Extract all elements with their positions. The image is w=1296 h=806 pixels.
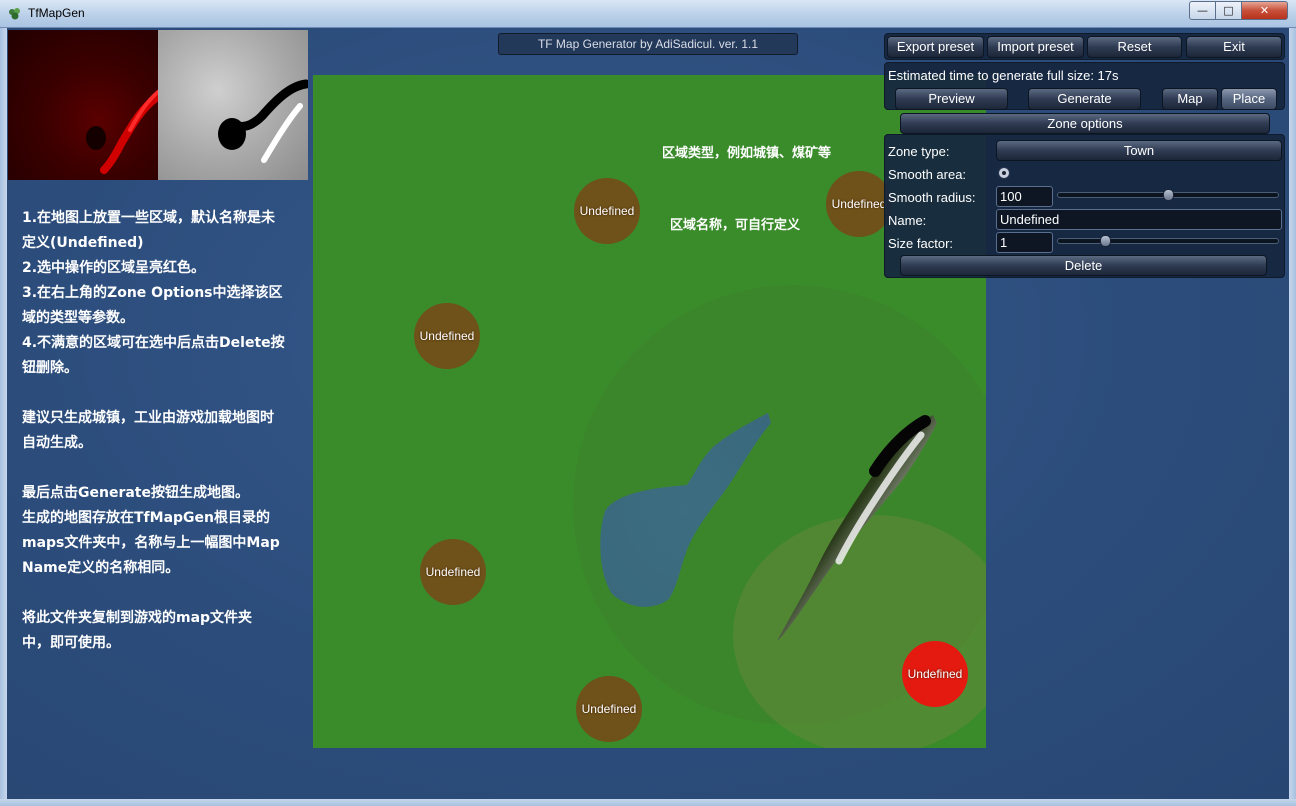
exit-button[interactable]: Exit <box>1186 36 1282 58</box>
instruction-step-1: 1.在地图上放置一些区域，默认名称是未 定义(Undefined) <box>22 210 276 251</box>
map-zone[interactable]: Undefined <box>574 178 640 244</box>
zone-name-field[interactable]: Undefined <box>996 209 1282 230</box>
instruction-final: 最后点击Generate按钮生成地图。 生成的地图存放在TfMapGen根目录的… <box>22 485 280 576</box>
window-frame-right <box>1289 28 1296 806</box>
smooth-radius-field[interactable]: 100 <box>996 186 1053 207</box>
zone-type-select[interactable]: Town <box>996 140 1282 161</box>
zone-name-annotation: 区域名称，可自行定义 <box>670 218 801 233</box>
instruction-copy: 将此文件夹复制到游戏的map文件夹 中，即可使用。 <box>22 610 253 651</box>
delete-zone-button[interactable]: Delete <box>900 255 1267 276</box>
estimate-label: Estimated time to generate full size: 17… <box>888 68 1119 83</box>
maximize-button[interactable]: □ <box>1216 1 1242 20</box>
map-zone[interactable]: Undefined <box>576 676 642 742</box>
instruction-step-3: 3.在右上角的Zone Options中选择该区 域的类型等参数。 <box>22 285 283 326</box>
app-icon <box>9 8 20 20</box>
zone-label: Undefined <box>425 565 481 579</box>
map-zone[interactable]: Undefined <box>826 171 892 237</box>
instruction-step-4: 4.不满意的区域可在选中后点击Delete按 钮删除。 <box>22 335 285 376</box>
size-factor-field[interactable]: 1 <box>996 232 1053 253</box>
reset-button[interactable]: Reset <box>1087 36 1182 58</box>
close-button[interactable]: ✕ <box>1242 1 1288 20</box>
preset-toolbar: Export preset Import preset Reset Exit <box>884 33 1285 60</box>
smooth-radius-slider[interactable] <box>1057 189 1279 201</box>
zone-label: Undefined <box>831 197 887 211</box>
name-label: Name: <box>888 213 927 228</box>
zone-map-preview <box>158 30 311 180</box>
maximize-icon: □ <box>1223 4 1234 17</box>
smooth-area-label: Smooth area: <box>888 167 967 182</box>
map-button[interactable]: Map <box>1162 88 1218 110</box>
place-button[interactable]: Place <box>1221 88 1277 110</box>
heightmap-preview <box>8 30 160 180</box>
zone-label: Undefined <box>907 667 963 681</box>
size-factor-slider[interactable] <box>1057 235 1279 247</box>
smooth-area-toggle[interactable] <box>998 167 1010 179</box>
window-frame-bottom <box>0 799 1296 806</box>
instructions-panel: 1.在地图上放置一些区域，默认名称是未 定义(Undefined) 2.选中操作… <box>22 206 302 656</box>
zone-label: Undefined <box>579 204 635 218</box>
window-frame-left <box>0 28 7 806</box>
window-title: TfMapGen <box>28 6 85 20</box>
zone-options-button[interactable]: Zone options <box>900 113 1270 134</box>
smooth-radius-label: Smooth radius: <box>888 190 976 205</box>
zone-type-label: Zone type: <box>888 144 950 159</box>
smooth-radius-slider-handle[interactable] <box>1163 189 1174 201</box>
export-preset-button[interactable]: Export preset <box>887 36 984 58</box>
map-zone-selected[interactable]: Undefined <box>902 641 968 707</box>
minimize-button[interactable]: — <box>1189 1 1216 20</box>
import-preset-button[interactable]: Import preset <box>987 36 1084 58</box>
generate-button[interactable]: Generate <box>1028 88 1141 110</box>
instruction-tip: 建议只生成城镇，工业由游戏加载地图时 自动生成。 <box>22 410 274 451</box>
map-zone[interactable]: Undefined <box>414 303 480 369</box>
generate-panel: Estimated time to generate full size: 17… <box>884 62 1285 110</box>
size-factor-slider-handle[interactable] <box>1100 235 1111 247</box>
close-icon: ✕ <box>1259 4 1270 17</box>
app-title-label: TF Map Generator by AdiSadicul. ver. 1.1 <box>498 33 798 55</box>
zone-label: Undefined <box>419 329 475 343</box>
zone-type-annotation: 区域类型，例如城镇、煤矿等 <box>662 146 832 161</box>
title-bar[interactable]: TfMapGen — □ ✕ <box>0 0 1296 28</box>
size-factor-label: Size factor: <box>888 236 954 251</box>
instruction-step-2: 2.选中操作的区域呈亮红色。 <box>22 260 206 276</box>
minimize-icon: — <box>1197 4 1208 17</box>
preview-button[interactable]: Preview <box>895 88 1008 110</box>
map-zone[interactable]: Undefined <box>420 539 486 605</box>
zone-options-panel: Zone type: Town Smooth area: Smooth radi… <box>884 134 1285 278</box>
zone-label: Undefined <box>581 702 637 716</box>
